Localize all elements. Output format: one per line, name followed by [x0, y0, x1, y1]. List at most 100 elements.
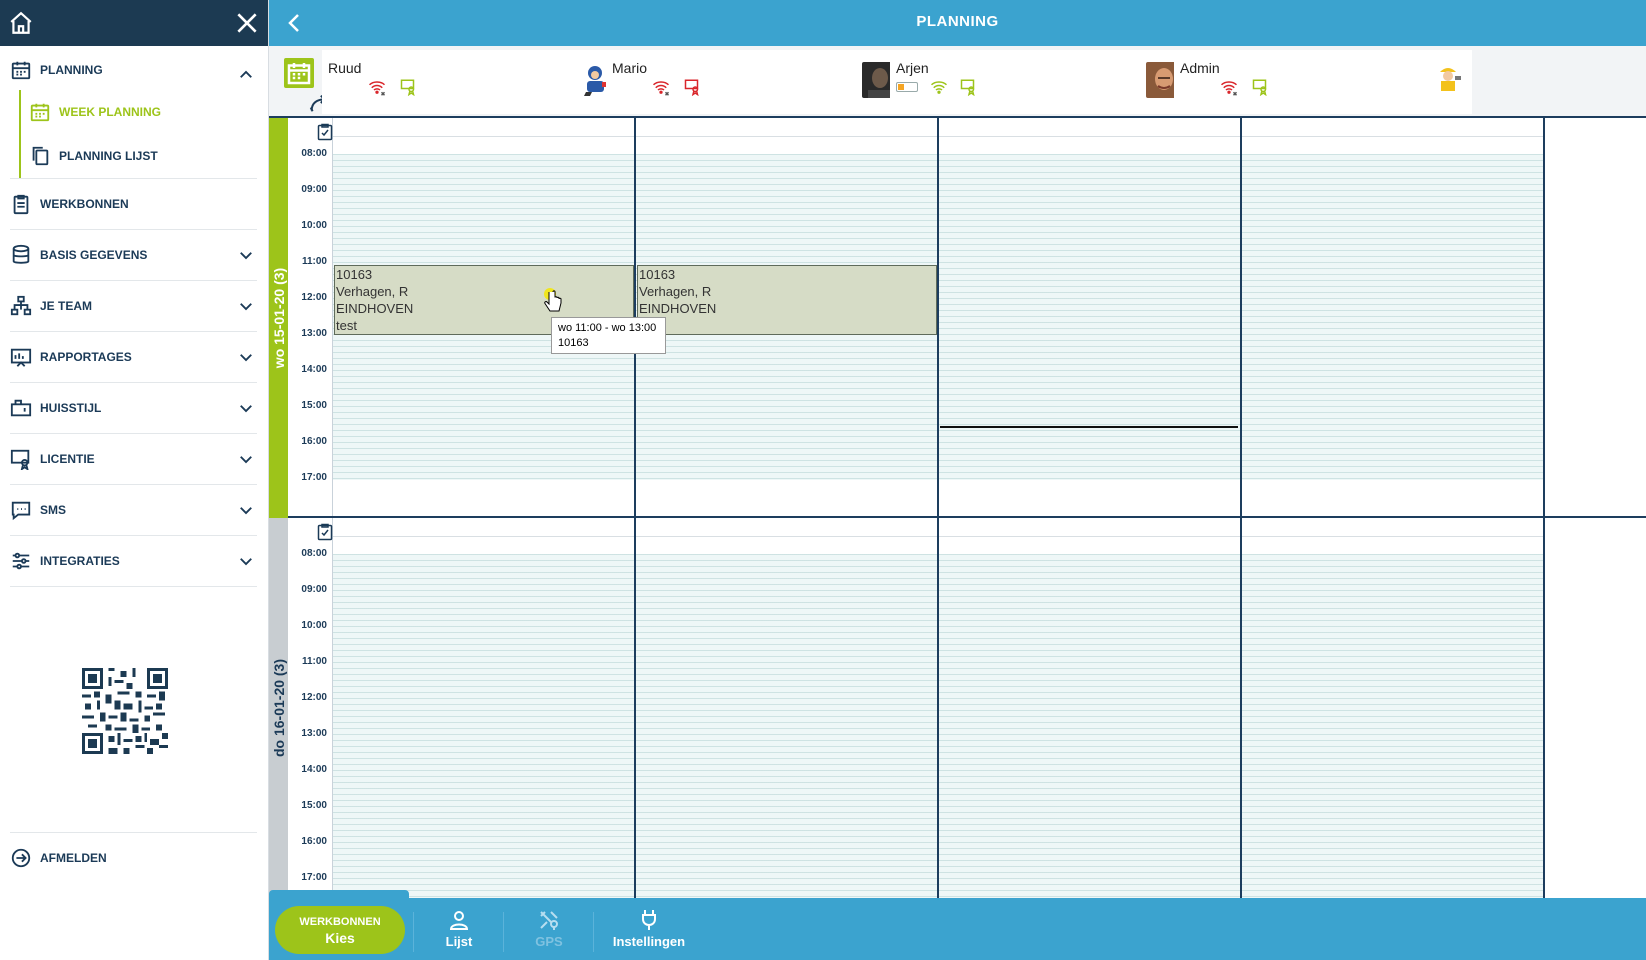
- tooltip-time: wo 11:00 - wo 13:00: [558, 322, 657, 334]
- calendar-button[interactable]: [284, 58, 314, 88]
- tooltip-number: 10163: [558, 337, 589, 349]
- wifi-off-icon: [1220, 81, 1238, 96]
- hour-label: 17:00: [301, 872, 327, 883]
- sidebar-item-licentie[interactable]: LICENTIE: [10, 434, 257, 485]
- hand-cursor-icon: [544, 288, 562, 312]
- chevron-down-icon[interactable]: [237, 297, 255, 315]
- divider: [503, 912, 504, 952]
- chevron-up-icon[interactable]: [237, 66, 255, 84]
- wifi-icon: [930, 81, 948, 94]
- day-label-strip: do 16-01-20 (3): [269, 518, 288, 898]
- close-icon[interactable]: [234, 10, 260, 36]
- tab-instellingen[interactable]: Instellingen: [599, 908, 699, 949]
- calendar-icon: [11, 61, 31, 80]
- sidebar-item-label: JE TEAM: [40, 299, 93, 313]
- resource-card-admin[interactable]: Admin: [1174, 50, 1472, 114]
- werkbonnen-kies-button[interactable]: WERKBONNEN Kies: [275, 906, 405, 954]
- day-label: do 16-01-20 (3): [270, 658, 287, 758]
- sidebar-item-planning[interactable]: PLANNING: [10, 50, 257, 90]
- toolbar-tab-handle[interactable]: [269, 890, 409, 900]
- appointment-number: 10163: [639, 267, 676, 282]
- clipboard-icon: [13, 194, 29, 215]
- chevron-down-icon[interactable]: [237, 348, 255, 366]
- hour-label: 12:00: [301, 292, 327, 303]
- tab-gps[interactable]: GPS: [514, 908, 584, 949]
- day-block: wo 15-01-20 (3) 08:00 09:00 10:00 11:00 …: [269, 118, 1646, 518]
- clipboard-icon[interactable]: [317, 523, 333, 541]
- wifi-off-icon: [368, 81, 386, 96]
- plug-settings-icon: [642, 910, 656, 930]
- user-icon: [449, 911, 469, 930]
- sidebar-item-planning-lijst[interactable]: PLANNING LIJST: [29, 134, 257, 178]
- top-header: PLANNING: [269, 0, 1646, 46]
- sidebar-item-label: PLANNING LIJST: [59, 149, 158, 163]
- resource-card-mario[interactable]: Mario: [606, 50, 904, 114]
- resource-day-column[interactable]: [1242, 118, 1545, 518]
- resource-day-column[interactable]: [939, 118, 1242, 518]
- chevron-down-icon[interactable]: [237, 246, 255, 264]
- resource-name: Mario: [612, 60, 648, 76]
- device-license-icon: [684, 79, 699, 96]
- copy-icon: [32, 146, 49, 166]
- sidebar-item-label: LICENTIE: [40, 452, 95, 466]
- hour-label: 11:00: [301, 656, 327, 667]
- sidebar-item-huisstijl[interactable]: HUISSTIJL: [10, 383, 257, 434]
- day-block: do 16-01-20 (3) 08:00 09:00 10:00 11:00 …: [269, 518, 1646, 898]
- hour-label: 16:00: [301, 836, 327, 847]
- hour-label: 12:00: [301, 692, 327, 703]
- resource-day-column[interactable]: [333, 518, 636, 898]
- hour-label: 15:00: [301, 400, 327, 411]
- license-certificate-icon: [10, 449, 30, 470]
- planning-submenu: WEEK PLANNING PLANNING LIJST: [19, 90, 257, 178]
- qr-code-icon: [82, 668, 168, 754]
- resource-day-column[interactable]: [1242, 518, 1545, 898]
- sidebar-item-je-team[interactable]: JE TEAM: [10, 281, 257, 332]
- tab-lijst[interactable]: Lijst: [424, 908, 494, 949]
- resource-day-column[interactable]: [636, 518, 939, 898]
- sidebar-item-label: HUISSTIJL: [40, 401, 102, 415]
- logout-label: AFMELDEN: [40, 850, 107, 865]
- chevron-down-icon[interactable]: [237, 552, 255, 570]
- calendar-icon: [30, 103, 50, 122]
- appointment-block[interactable]: 10163 Verhagen, R EINDHOVEN: [637, 265, 937, 335]
- divider: [413, 912, 414, 952]
- sidebar-item-integraties[interactable]: INTEGRATIES: [10, 536, 257, 587]
- resource-day-column[interactable]: [939, 518, 1242, 898]
- resource-name: Arjen: [896, 60, 929, 76]
- schedule-grid: wo 15-01-20 (3) 08:00 09:00 10:00 11:00 …: [269, 118, 1646, 898]
- calendar-icon: [287, 63, 311, 85]
- hour-label: 15:00: [301, 800, 327, 811]
- chevron-down-icon[interactable]: [237, 501, 255, 519]
- chevron-down-icon[interactable]: [237, 450, 255, 468]
- sidebar-menu: PLANNING WEEK PLANNING PLANNING LIJST WE…: [0, 50, 269, 587]
- sidebar-item-werkbonnen[interactable]: WERKBONNEN: [10, 179, 257, 230]
- pill-line-2: Kies: [325, 930, 355, 946]
- hour-column: 08:00 09:00 10:00 11:00 12:00 13:00 14:0…: [288, 118, 333, 518]
- resource-card-ruud[interactable]: Ruud: [322, 50, 620, 114]
- device-license-icon: [1252, 79, 1267, 96]
- sidebar-item-basis-gegevens[interactable]: BASIS GEGEVENS: [10, 230, 257, 281]
- appointment-customer: Verhagen, R: [336, 284, 409, 299]
- sidebar-top-bar: [0, 0, 268, 46]
- paint-roller-icon: [10, 399, 32, 417]
- sidebar-item-label: SMS: [40, 503, 67, 517]
- bottom-toolbar: WERKBONNEN Kies Lijst GPS Instellingen: [269, 890, 1646, 960]
- home-icon[interactable]: [8, 10, 34, 36]
- tab-label: Lijst: [445, 934, 473, 949]
- sidebar-item-sms[interactable]: SMS: [10, 485, 257, 536]
- chevron-down-icon[interactable]: [237, 399, 255, 417]
- appointment-number: 10163: [336, 267, 373, 282]
- sidebar-item-week-planning[interactable]: WEEK PLANNING: [29, 90, 257, 134]
- sidebar-item-rapportages[interactable]: RAPPORTAGES: [10, 332, 257, 383]
- clipboard-icon[interactable]: [317, 123, 333, 141]
- resource-name: Ruud: [328, 60, 362, 76]
- logout-icon: [11, 848, 31, 867]
- hour-label: 08:00: [301, 548, 327, 559]
- divider: [593, 912, 594, 952]
- chat-bubble-icon: [11, 501, 31, 521]
- hour-label: 14:00: [301, 364, 327, 375]
- resource-card-arjen[interactable]: Arjen: [890, 50, 1188, 114]
- sidebar-item-label: PLANNING: [40, 63, 103, 77]
- logout-button[interactable]: AFMELDEN: [10, 832, 257, 882]
- resource-name: Admin: [1180, 60, 1220, 76]
